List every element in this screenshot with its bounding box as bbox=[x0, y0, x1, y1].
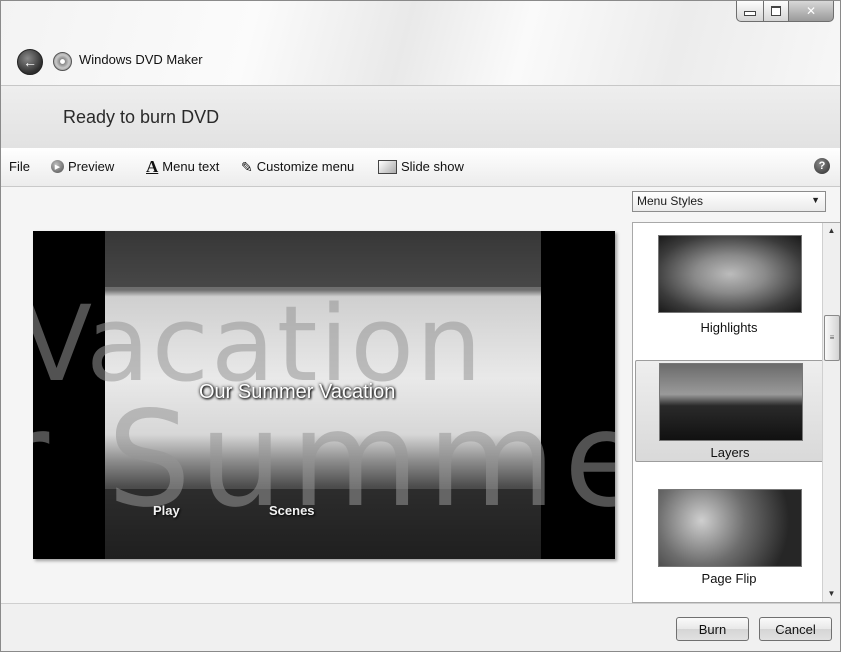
style-item-page-flip[interactable]: Page Flip bbox=[635, 485, 823, 602]
style-label-highlights: Highlights bbox=[700, 320, 758, 335]
cancel-button[interactable]: Cancel bbox=[759, 617, 832, 641]
watermark-text-bottom: r Summe bbox=[33, 383, 615, 537]
chevron-down-icon: ▼ bbox=[811, 195, 820, 205]
minimize-icon bbox=[744, 10, 756, 16]
burn-button-label: Burn bbox=[698, 621, 727, 637]
close-button[interactable]: ✕ bbox=[789, 1, 834, 22]
customize-menu-button[interactable]: ✎ Customize menu bbox=[241, 159, 354, 174]
maximize-button[interactable] bbox=[764, 1, 789, 22]
dvd-maker-window: ✕ ← Windows DVD Maker Ready to burn DVD … bbox=[0, 0, 841, 652]
layers-thumbnail bbox=[659, 363, 803, 441]
cancel-button-label: Cancel bbox=[775, 621, 816, 637]
paint-brush-icon: ✎ bbox=[241, 158, 253, 175]
dvd-menu-title: Our Summer Vacation bbox=[199, 381, 396, 403]
wizard-footer: Burn Cancel bbox=[1, 603, 840, 651]
dvd-disc-icon bbox=[53, 52, 72, 71]
dvd-scenes-link: Scenes bbox=[269, 503, 315, 518]
highlights-thumbnail bbox=[658, 235, 802, 313]
menu-preview: Vacation r Summe Our Summer Vacation Pla… bbox=[33, 231, 615, 559]
menu-styles-dropdown[interactable]: Menu Styles ▼ bbox=[632, 191, 826, 212]
minimize-button[interactable] bbox=[736, 1, 764, 22]
menu-styles-selected: Menu Styles bbox=[637, 194, 704, 208]
play-icon: ▶ bbox=[51, 160, 64, 173]
file-menu-label: File bbox=[9, 159, 30, 174]
scrollbar-thumb[interactable]: ≡ bbox=[824, 315, 840, 361]
menu-text-label: Menu text bbox=[162, 159, 220, 174]
dvd-play-link: Play bbox=[153, 503, 180, 518]
close-icon: ✕ bbox=[805, 4, 817, 18]
title-bar: ✕ ← Windows DVD Maker bbox=[1, 1, 840, 85]
slide-show-button[interactable]: Slide show bbox=[378, 159, 464, 174]
menu-text-button[interactable]: A Menu text bbox=[146, 156, 220, 176]
preview-top-band bbox=[105, 231, 541, 287]
caption-buttons: ✕ bbox=[736, 1, 834, 22]
back-button[interactable]: ← bbox=[17, 49, 43, 75]
preview-button[interactable]: ▶ Preview bbox=[51, 159, 114, 174]
wizard-header: Ready to burn DVD bbox=[1, 85, 840, 149]
toolbar: File ▶ Preview A Menu text ✎ Customize m… bbox=[1, 148, 840, 187]
back-arrow-icon: ← bbox=[23, 54, 37, 70]
slide-show-icon bbox=[378, 159, 397, 174]
scroll-up-icon[interactable]: ▲ bbox=[823, 223, 840, 239]
file-menu[interactable]: File bbox=[9, 159, 30, 174]
window-title: Windows DVD Maker bbox=[79, 52, 203, 67]
slide-show-label: Slide show bbox=[401, 159, 464, 174]
help-icon[interactable]: ? bbox=[814, 158, 830, 174]
page-title: Ready to burn DVD bbox=[63, 107, 220, 127]
maximize-icon bbox=[771, 6, 781, 16]
style-item-highlights[interactable]: Highlights bbox=[635, 225, 823, 345]
page-flip-thumbnail bbox=[658, 489, 802, 567]
text-format-icon: A bbox=[146, 156, 159, 176]
main-content: Vacation r Summe Our Summer Vacation Pla… bbox=[1, 187, 840, 603]
scroll-down-icon[interactable]: ▼ bbox=[823, 586, 840, 602]
menu-styles-list[interactable]: Highlights Layers Page Flip ▲ ≡ ▼ bbox=[632, 222, 840, 603]
style-label-layers: Layers bbox=[710, 445, 750, 460]
customize-menu-label: Customize menu bbox=[256, 159, 355, 174]
menu-styles-scrollbar[interactable]: ▲ ≡ ▼ bbox=[822, 223, 840, 602]
burn-button[interactable]: Burn bbox=[676, 617, 749, 641]
style-label-page-flip: Page Flip bbox=[701, 571, 757, 586]
preview-label: Preview bbox=[68, 159, 115, 174]
style-item-layers[interactable]: Layers bbox=[635, 360, 825, 462]
